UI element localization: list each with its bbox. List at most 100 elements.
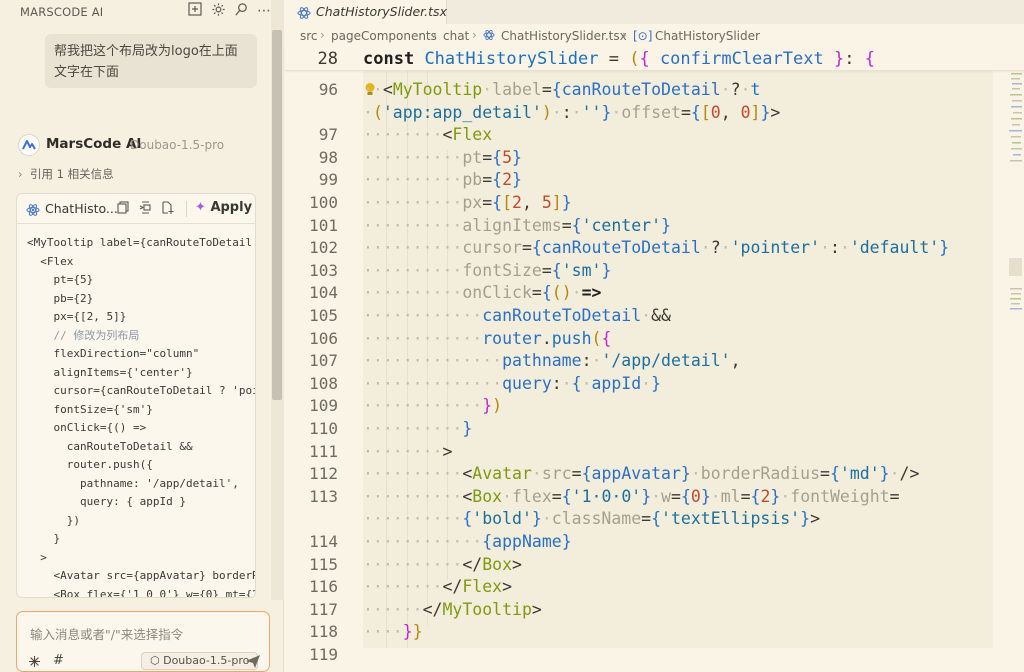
code-snippet-line: }	[27, 532, 61, 545]
line-number: 114	[309, 532, 338, 551]
code-snippet-line: pb={2}	[27, 291, 94, 305]
react-icon	[26, 202, 40, 216]
insert-icon[interactable]	[139, 201, 151, 217]
line-number: 116	[309, 577, 338, 597]
line-number: 103	[309, 260, 338, 280]
chevron-right-icon: ›	[472, 28, 477, 42]
code-snippet-line: router.push({	[27, 458, 153, 471]
code-area[interactable]: 96 ··<MyTooltip·label={canRouteToDetail·?…	[285, 70, 1024, 672]
model-selector-label: Doubao-1.5-pro	[163, 654, 250, 667]
assistant-model: Doubao-1.5-pro	[130, 138, 225, 152]
line-number: 115	[309, 554, 338, 574]
line-number: 111	[309, 441, 338, 461]
breadcrumb: src › pageComponents › chat › ChatHistor…	[285, 26, 1024, 48]
new-chat-icon[interactable]	[186, 2, 204, 20]
line-number: 118	[309, 622, 338, 642]
hash-context-icon[interactable]: #	[53, 653, 64, 668]
line-number: 107	[309, 351, 338, 371]
code-line: ············{appName}	[363, 532, 572, 551]
code-line: ··········alignItems={'center'}	[363, 215, 671, 235]
code-snippet-line: canRouteToDetail &&	[27, 439, 193, 453]
code-snippet-line: <Box flex={'1 0 0'} w={0} mt={2} fon	[53, 587, 255, 598]
code-snippet-line: alignItems={'center'}	[27, 365, 193, 379]
sticky-scroll-header[interactable]: 28 const ChatHistorySlider = ({ confirmC…	[285, 47, 1024, 71]
apply-label: Apply	[210, 200, 253, 215]
line-number: 99	[318, 170, 338, 190]
code-snippet-line: cursor={canRouteToDetail ? 'pointer'	[53, 384, 255, 397]
chat-input-placeholder[interactable]: 输入消息或者"/"来选择指令	[30, 624, 183, 643]
line-number: 104	[309, 283, 338, 303]
chat-input-box[interactable]: 输入消息或者"/"来选择指令 # ⬡ Doubao-1.5-pro	[16, 611, 270, 672]
code-line: ····}}	[363, 622, 423, 642]
minimap[interactable]	[1009, 48, 1024, 348]
tab-label: ChatHistorySlider.tsx	[316, 4, 447, 19]
sticky-line-number: 28	[317, 49, 338, 69]
line-number: 113	[309, 486, 338, 506]
breadcrumb-src[interactable]: src	[300, 29, 318, 43]
tab-chathistoryslider[interactable]: ChatHistorySlider.tsx	[285, 0, 447, 24]
agent-icon[interactable]	[28, 655, 41, 671]
line-number: 96	[318, 80, 338, 99]
code-snippet-line: onClick={() =>	[27, 421, 147, 434]
code-line: ··········pt={5}	[363, 147, 522, 167]
send-icon[interactable]	[245, 653, 261, 669]
breadcrumb-symbol[interactable]: ChatHistorySlider	[655, 29, 760, 43]
code-snippet-line: flexDirection="column"	[27, 347, 200, 360]
code-line: ············canRouteToDetail·&&	[363, 306, 671, 325]
code-line: ··<MyTooltip·label={canRouteToDetail·?·t	[363, 80, 761, 99]
settings-icon[interactable]	[209, 2, 227, 20]
code-editor: ChatHistorySlider.tsx src › pageComponen…	[285, 0, 1024, 672]
reference-toggle[interactable]: › 引用 1 相关信息	[18, 166, 114, 182]
breadcrumb-pagecomponents[interactable]: pageComponents	[331, 29, 437, 43]
marscode-logo-icon	[18, 134, 40, 156]
apply-button[interactable]: ✦ Apply	[195, 200, 252, 215]
code-card-filename: ChatHisto...	[45, 201, 118, 216]
code-snippet-line: fontSize={'sm'}	[27, 402, 153, 416]
code-line: ··········<Avatar·src={appAvatar}·border…	[363, 464, 920, 484]
line-number: 102	[309, 238, 338, 258]
line-number: 106	[309, 328, 338, 348]
code-line: ············router.push({	[363, 328, 612, 348]
code-line: ··········pb={2}	[363, 170, 522, 190]
code-line: ··········{'bold'}·className={'textEllip…	[363, 509, 820, 529]
react-file-icon	[483, 29, 495, 44]
code-line: ··········onClick={()·=>	[363, 283, 602, 303]
panel-title: MARSCODE AI	[20, 5, 104, 19]
code-snippet-line: px={[2, 5]}	[27, 310, 127, 323]
line-number: 100	[309, 193, 338, 212]
code-line: ············})	[363, 396, 503, 416]
code-line: ········</Flex>	[363, 577, 513, 597]
code-snippet-line: <Flex	[27, 254, 74, 268]
chevron-right-icon: ›	[432, 28, 437, 42]
code-snippet-line: <Avatar src={appAvatar} borderRadius	[53, 569, 255, 582]
line-number: 108	[309, 373, 338, 393]
chevron-right-icon: ›	[320, 28, 325, 42]
line-number: 119	[309, 645, 338, 664]
code-snippet-line: <MyTooltip label={canRouteToDetail ? t	[27, 236, 256, 249]
code-line: ··············query:·{·appId·}	[363, 373, 662, 393]
ai-chat-panel: MARSCODE AI ⋯ 帮我把这个布局改为logo在上面文字在下面 Mars…	[0, 0, 284, 672]
line-number: 101	[309, 215, 338, 235]
sparkle-icon: ✦	[195, 200, 206, 215]
code-line: ········<Flex	[363, 125, 493, 145]
scrollbar-thumb[interactable]	[272, 30, 282, 400]
chevron-right-icon: ›	[18, 167, 23, 181]
line-number: 98	[318, 147, 338, 167]
breadcrumb-file[interactable]: ChatHistorySlider.tsx	[501, 29, 627, 43]
model-selector[interactable]: ⬡ Doubao-1.5-pro	[141, 652, 259, 670]
code-snippet-line: // 修改为列布局	[27, 328, 140, 342]
code-suggestion-card: ChatHisto... ✦ Apply <MyTooltip label={c…	[16, 193, 256, 598]
code-card-header: ChatHisto... ✦ Apply	[17, 194, 255, 224]
assistant-name: MarsCode AI	[46, 136, 142, 152]
chevron-right-icon: ›	[622, 28, 627, 42]
code-snippet-line: })	[27, 513, 80, 527]
copy-icon[interactable]	[117, 201, 129, 217]
history-icon[interactable]	[232, 2, 250, 20]
breadcrumb-chat[interactable]: chat	[443, 29, 469, 43]
panel-header: MARSCODE AI ⋯	[0, 0, 284, 24]
code-snippet-line: pathname: '/app/detail',	[27, 476, 239, 490]
code-line: ··········</Box>	[363, 554, 522, 574]
new-file-icon[interactable]	[161, 201, 174, 217]
line-number: 112	[309, 464, 338, 484]
line-number: 109	[309, 396, 338, 416]
